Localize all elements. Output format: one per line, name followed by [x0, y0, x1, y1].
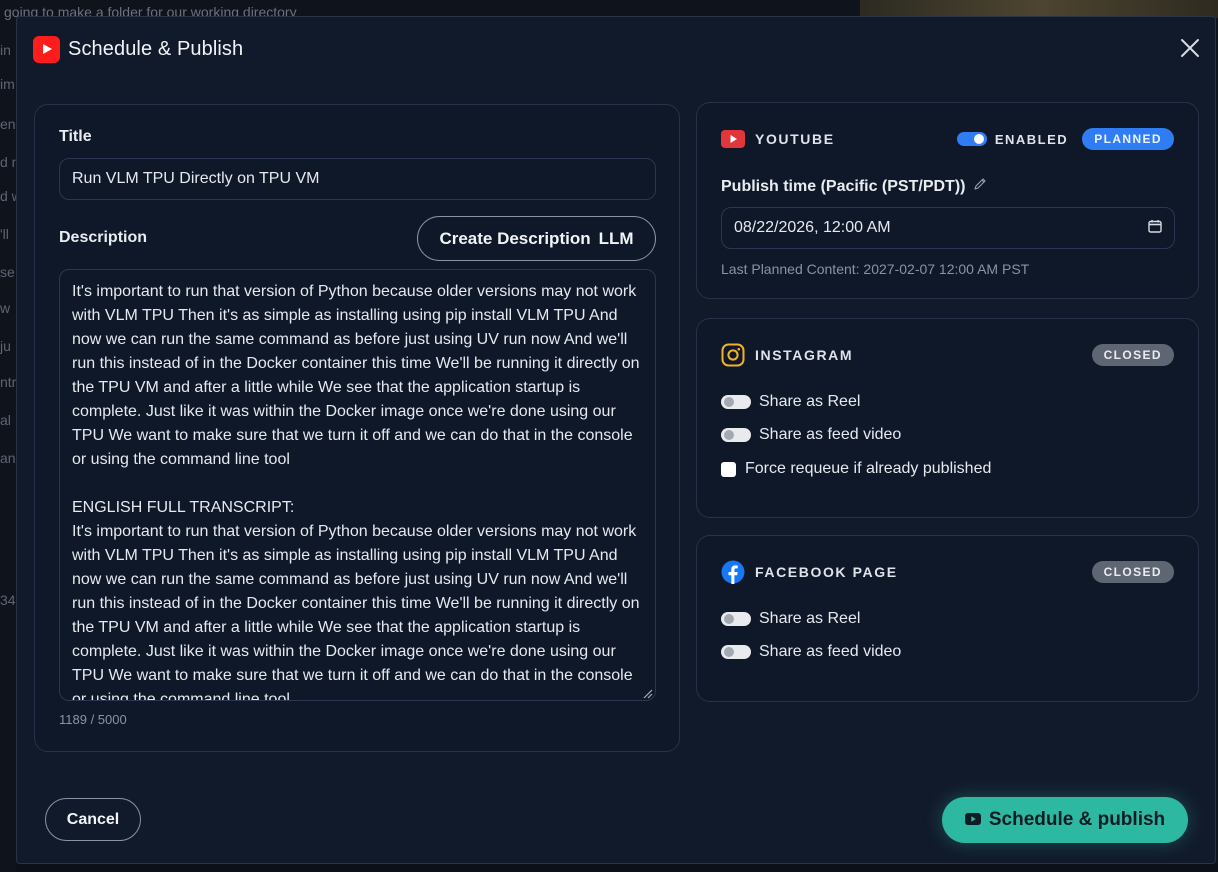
- content-card: Title Description Create Description LLM…: [34, 104, 680, 752]
- youtube-card-header: YOUTUBE ENABLED PLANNED: [721, 127, 1174, 151]
- publish-time-label-text: Publish time (Pacific (PST/PDT)): [721, 177, 966, 195]
- facebook-share-reel-option[interactable]: Share as Reel: [721, 610, 860, 628]
- background-text-fragment: d n: [0, 154, 16, 170]
- background-text-fragment: im: [0, 76, 15, 92]
- background-text-fragment: 'll: [0, 226, 9, 242]
- description-label: Description: [59, 229, 148, 246]
- dialog-header: Schedule & Publish: [33, 35, 243, 63]
- background-text-fragment: w: [0, 300, 11, 316]
- publish-time-label: Publish time (Pacific (PST/PDT)): [721, 177, 987, 196]
- instagram-share-reel-option[interactable]: Share as Reel: [721, 393, 860, 411]
- status-badge: PLANNED: [1082, 128, 1174, 150]
- youtube-icon: [721, 127, 745, 151]
- background-text-fragment: in: [0, 42, 11, 58]
- share-reel-label: Share as Reel: [759, 610, 861, 627]
- status-badge: CLOSED: [1091, 344, 1174, 366]
- character-count: 1189 / 5000: [59, 712, 127, 727]
- background-text-fragment: al: [0, 412, 11, 428]
- force-requeue-option[interactable]: Force requeue if already published: [721, 460, 991, 478]
- pencil-icon[interactable]: [973, 177, 987, 196]
- title-input[interactable]: [59, 158, 656, 200]
- create-description-label: Create Description: [439, 228, 591, 248]
- calendar-icon[interactable]: [1148, 219, 1162, 238]
- background-strip: [16, 864, 1218, 872]
- toggle-switch[interactable]: [721, 645, 751, 659]
- force-requeue-checkbox[interactable]: [721, 461, 736, 477]
- toggle-switch[interactable]: [721, 395, 751, 409]
- facebook-share-feed-option[interactable]: Share as feed video: [721, 643, 901, 661]
- close-icon[interactable]: [1179, 37, 1201, 59]
- schedule-publish-label: Schedule & publish: [988, 809, 1166, 830]
- youtube-enabled-toggle[interactable]: ENABLED: [956, 131, 1069, 147]
- publish-datetime-value: 08/22/2026, 12:00 AM: [734, 219, 891, 236]
- cancel-button[interactable]: Cancel: [45, 798, 141, 841]
- youtube-name: YOUTUBE: [755, 131, 835, 147]
- background-text-fragment: ntr: [0, 374, 16, 390]
- share-feed-label: Share as feed video: [759, 426, 902, 443]
- resize-handle-icon[interactable]: [641, 686, 653, 699]
- youtube-icon: [33, 35, 60, 63]
- description-textarea[interactable]: It's important to run that version of Py…: [59, 269, 656, 701]
- instagram-icon: [721, 343, 745, 367]
- youtube-icon: [964, 809, 981, 831]
- instagram-card: INSTAGRAM CLOSED Share as Reel Share as …: [696, 318, 1199, 518]
- title-label: Title: [59, 128, 92, 145]
- instagram-share-feed-option[interactable]: Share as feed video: [721, 426, 901, 444]
- schedule-publish-dialog: Schedule & Publish Title Description Cre…: [16, 16, 1216, 864]
- background-text-fragment: 34: [0, 592, 16, 608]
- toggle-switch[interactable]: [721, 612, 751, 626]
- facebook-card-header: FACEBOOK PAGE CLOSED: [721, 560, 1174, 584]
- create-description-button[interactable]: Create Description LLM: [417, 216, 656, 261]
- share-reel-label: Share as Reel: [759, 393, 861, 410]
- background-text-fragment: en: [0, 116, 16, 132]
- facebook-icon: [721, 560, 745, 584]
- background-text-fragment: se: [0, 264, 15, 280]
- share-feed-label: Share as feed video: [759, 643, 902, 660]
- toggle-switch[interactable]: [956, 132, 987, 146]
- description-text: It's important to run that version of Py…: [72, 283, 640, 701]
- dialog-title: Schedule & Publish: [68, 37, 244, 60]
- publish-datetime-input[interactable]: 08/22/2026, 12:00 AM: [721, 207, 1175, 249]
- facebook-card: FACEBOOK PAGE CLOSED Share as Reel Share…: [696, 535, 1199, 702]
- facebook-name: FACEBOOK PAGE: [755, 564, 898, 580]
- status-badge: CLOSED: [1091, 561, 1174, 583]
- llm-label: LLM: [598, 228, 634, 248]
- force-requeue-label: Force requeue if already published: [745, 460, 992, 477]
- instagram-name: INSTAGRAM: [755, 347, 854, 363]
- toggle-switch[interactable]: [721, 428, 751, 442]
- background-text-fragment: d w: [0, 188, 16, 204]
- youtube-card: YOUTUBE ENABLED PLANNED Publish time (Pa…: [696, 102, 1199, 299]
- last-planned-content: Last Planned Content: 2027-02-07 12:00 A…: [721, 261, 1030, 277]
- background-text-fragment: ank: [0, 450, 16, 466]
- background-text-fragment: ju: [0, 338, 11, 354]
- instagram-card-header: INSTAGRAM CLOSED: [721, 343, 1174, 367]
- enabled-label: ENABLED: [994, 131, 1069, 147]
- schedule-publish-button[interactable]: Schedule & publish: [942, 797, 1188, 843]
